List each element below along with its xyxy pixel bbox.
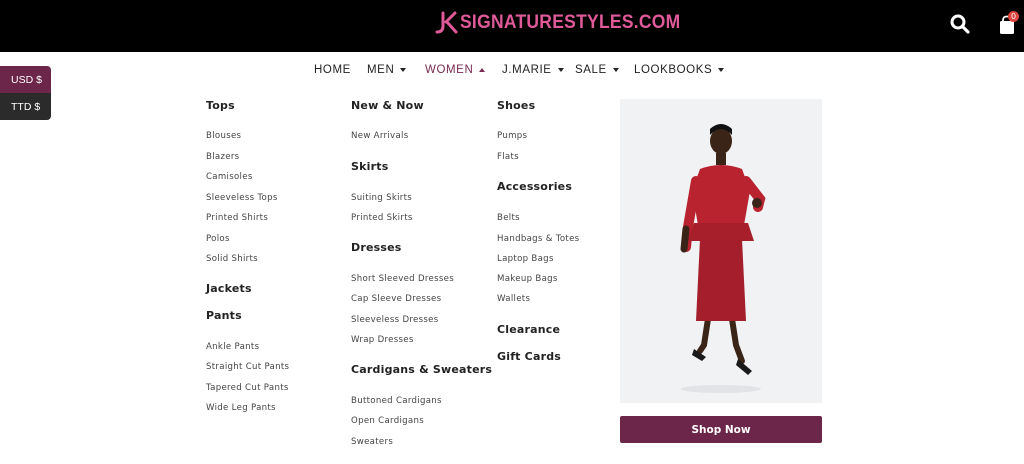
menu-link[interactable]: Wallets (497, 294, 530, 304)
nav-lookbooks[interactable]: LOOKBOOKS (634, 64, 725, 76)
menu-link[interactable]: Belts (497, 213, 520, 223)
model-in-red-dress-image (680, 124, 766, 393)
top-bar: SIGNATURESTYLES.COM 0 (0, 0, 1024, 52)
menu-link[interactable]: Straight Cut Pants (206, 362, 289, 372)
menu-heading-cardigans[interactable]: Cardigans & Sweaters (351, 363, 492, 376)
nav-lookbooks-label: LOOKBOOKS (634, 64, 713, 76)
chevron-up-icon (479, 68, 486, 72)
menu-heading-dresses[interactable]: Dresses (351, 241, 402, 254)
menu-link[interactable]: Tapered Cut Pants (206, 383, 289, 393)
menu-heading-tops[interactable]: Tops (206, 99, 235, 112)
menu-link[interactable]: Suiting Skirts (351, 193, 412, 203)
menu-link[interactable]: Open Cardigans (351, 416, 424, 426)
chevron-down-icon (557, 68, 564, 72)
menu-heading-pants[interactable]: Pants (206, 309, 242, 322)
nav-home-label: HOME (314, 64, 351, 76)
menu-link[interactable]: Laptop Bags (497, 254, 554, 264)
nav-jmarie[interactable]: J.MARIE (502, 64, 564, 76)
shop-now-button[interactable]: Shop Now (620, 416, 822, 443)
menu-heading-new[interactable]: New & Now (351, 99, 424, 112)
nav-women-label: WOMEN (425, 64, 474, 76)
chevron-down-icon (400, 68, 407, 72)
menu-link[interactable]: Solid Shirts (206, 254, 258, 264)
site-logo[interactable]: SIGNATURESTYLES.COM (433, 10, 700, 36)
menu-link[interactable]: Printed Skirts (351, 213, 413, 223)
nav-men-label: MEN (367, 64, 395, 76)
menu-heading-jackets[interactable]: Jackets (206, 282, 252, 295)
menu-link[interactable]: Sleeveless Tops (206, 193, 278, 203)
currency-usd-button[interactable]: USD $ (0, 66, 51, 93)
menu-heading-clearance[interactable]: Clearance (497, 323, 560, 336)
nav-sale[interactable]: SALE (575, 64, 619, 76)
promo-model-image[interactable] (620, 99, 822, 403)
menu-link[interactable]: Makeup Bags (497, 274, 558, 284)
menu-heading-shoes[interactable]: Shoes (497, 99, 535, 112)
logo-mark-icon (435, 11, 458, 34)
menu-link[interactable]: Blouses (206, 131, 241, 141)
menu-heading-skirts[interactable]: Skirts (351, 160, 388, 173)
nav-sale-label: SALE (575, 64, 607, 76)
menu-link[interactable]: Flats (497, 152, 519, 162)
menu-link[interactable]: Sleeveless Dresses (351, 315, 439, 325)
menu-link[interactable]: Blazers (206, 152, 239, 162)
nav-home[interactable]: HOME (314, 64, 351, 76)
menu-link[interactable]: Wide Leg Pants (206, 403, 276, 413)
menu-link[interactable]: Cap Sleeve Dresses (351, 294, 441, 304)
menu-link[interactable]: Pumps (497, 131, 527, 141)
menu-link[interactable]: New Arrivals (351, 131, 408, 141)
logo-text: SIGNATURESTYLES.COM (460, 12, 681, 33)
search-icon[interactable] (950, 14, 970, 36)
menu-heading-accessories[interactable]: Accessories (497, 180, 572, 193)
nav-women[interactable]: WOMEN (425, 64, 486, 76)
chevron-down-icon (612, 68, 619, 72)
cart-count-badge: 0 (1008, 11, 1019, 22)
menu-link[interactable]: Polos (206, 234, 230, 244)
menu-link[interactable]: Ankle Pants (206, 342, 259, 352)
menu-link[interactable]: Printed Shirts (206, 213, 268, 223)
menu-link[interactable]: Buttoned Cardigans (351, 396, 442, 406)
menu-link[interactable]: Sweaters (351, 437, 393, 447)
nav-men[interactable]: MEN (367, 64, 407, 76)
menu-heading-gift-cards[interactable]: Gift Cards (497, 350, 561, 363)
nav-jmarie-label: J.MARIE (502, 64, 552, 76)
chevron-down-icon (718, 68, 725, 72)
menu-link[interactable]: Handbags & Totes (497, 234, 579, 244)
menu-link[interactable]: Short Sleeved Dresses (351, 274, 454, 284)
currency-ttd-button[interactable]: TTD $ (0, 93, 51, 120)
menu-link[interactable]: Wrap Dresses (351, 335, 414, 345)
menu-link[interactable]: Camisoles (206, 172, 253, 182)
